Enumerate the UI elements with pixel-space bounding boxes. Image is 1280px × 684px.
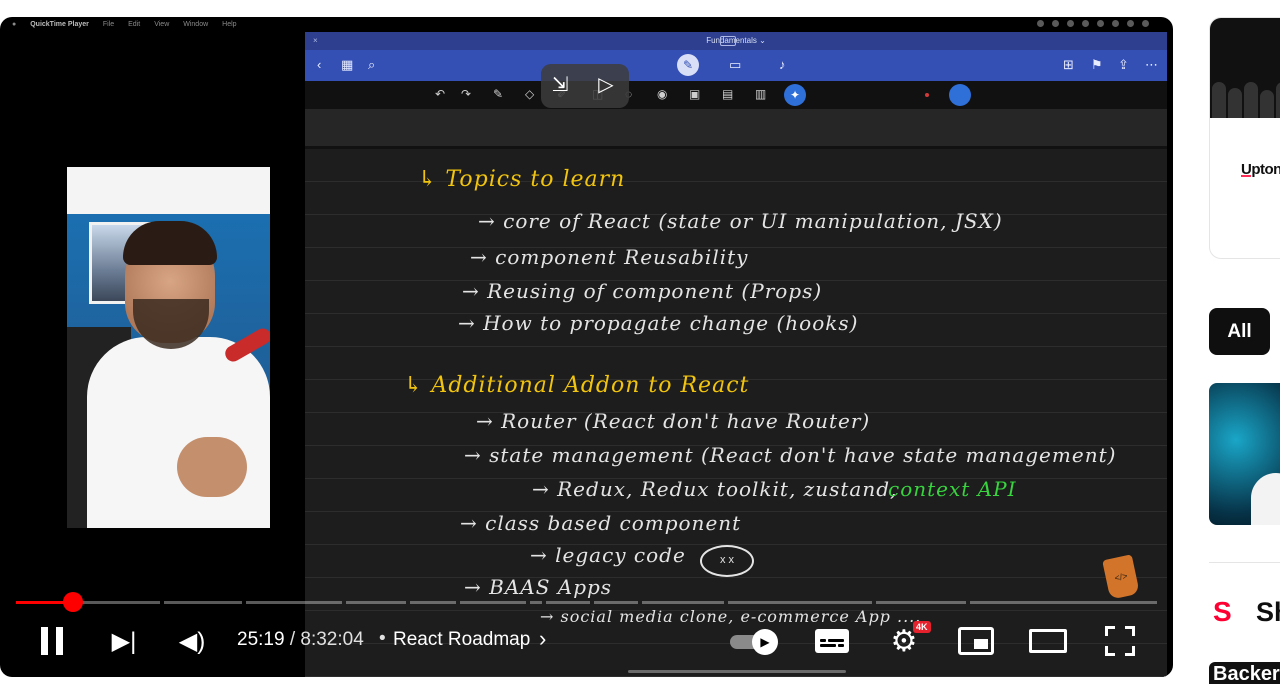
video-player[interactable]: ● QuickTime Player File Edit View Window… [0,17,1173,677]
handwriting-line-2: → core of React (state or UI manipulatio… [478,209,1003,233]
divider [1209,562,1280,563]
webcam-overlay [67,167,270,528]
back-chevron-icon: ‹ [317,57,322,72]
miniplayer-button[interactable] [956,617,996,665]
redo-icon: ↷ [461,87,472,101]
selected-color-icon [949,84,971,106]
ad-card[interactable]: Upton [1209,17,1280,259]
macos-menubar: ● QuickTime Player File Edit View Window… [0,17,1173,31]
search-icon: ⌕ [368,57,376,72]
pip-floating-controls[interactable]: ⇲ ▷ [541,64,629,108]
eraser-icon: ◇ [525,87,535,101]
chapter-separator: • [379,628,386,649]
notes-toolbar: ‹ ▦ ⌕ ✎ ▭ ♪ ⊞ ⚑ ⇪ ⋯ [305,50,1167,81]
handwriting-line-1: ↳ Topics to learn [418,167,626,192]
eye-icon: ◉ [657,87,668,101]
fullscreen-icon [1105,626,1135,656]
subtitles-button[interactable] [812,617,852,665]
autoplay-toggle[interactable]: ▶ [730,629,782,655]
quality-badge: 4K [913,621,931,633]
presenter-hands [177,437,247,497]
presenter-body [87,337,270,528]
play-icon: ▶ [752,629,778,655]
presenter-hair [123,221,217,265]
menubar-window: Window [183,20,209,28]
apple-icon: ● [12,20,17,28]
ad-image [1210,18,1280,118]
short-thumbnail-title[interactable]: Backer [1209,662,1280,684]
player-controls: ▶︎| ◀) 25:19 / 8:32:04 • React Roadmap ›… [0,617,1173,667]
chapter-title[interactable]: React Roadmap [393,629,530,651]
chevron-right-icon[interactable]: › [539,626,546,652]
menubar-help: Help [222,20,237,28]
ad-brand-logo: Upton [1241,161,1280,178]
volume-button[interactable]: ◀) [172,617,212,665]
theater-mode-icon [1029,629,1067,653]
shorts-label: Sh [1256,597,1280,627]
filter-chip-all[interactable]: All [1209,308,1270,355]
add-page-icon: ⊞ [1063,57,1074,72]
pen-tools-bar: ↶ ↷ ✎ ◇ ✐ ◫ ◌ ◉ ▣ ▤ ▥ ✦ [305,81,1167,109]
grid-icon: ▦ [341,57,354,72]
close-icon: × [313,36,318,45]
handwriting-line-8: → state management (React don't have sta… [464,443,1117,467]
menubar-app-name: QuickTime Player [30,20,89,28]
duration: / 8:32:04 [284,629,364,650]
handwriting-context-api: context API [888,477,1017,501]
keyboard-icon: ▭ [729,57,742,72]
shorts-icon: S [1213,596,1232,627]
handwriting-line-7: → Router (React don't have Router) [476,409,871,433]
subtitles-icon [815,629,849,653]
theater-mode-button[interactable] [1028,617,1068,665]
right-sidebar: Upton All S Sh Backer [1209,17,1280,684]
laser-pointer-icon: ✦ [784,84,806,106]
handwriting-line-6: ↳ Additional Addon to React [404,373,750,398]
home-indicator [628,670,846,673]
microphone-icon: ♪ [779,57,786,72]
sad-face-doodle: x x [700,545,754,577]
miniplayer-icon [958,627,994,655]
document-title: Fundamentals ⌄ [706,36,766,45]
red-color-dot [925,93,929,97]
menubar-edit: Edit [128,20,141,28]
share-icon: ⇪ [1118,57,1129,72]
handwriting-line-11: → legacy code [530,543,686,567]
pen-icon: ✎ [493,87,504,101]
undo-icon: ↶ [435,87,446,101]
window-tabs-icon [720,36,736,46]
handwriting-line-9: → Redux, Redux toolkit, zustand, [532,477,898,501]
notes-app-window: × Fundamentals ⌄ ‹ ▦ ⌕ ✎ ▭ ♪ ⊞ ⚑ ⇪ ⋯ ↶ ↷… [305,32,1167,677]
more-icon: ⋯ [1145,57,1158,72]
sticker-icon: ▥ [755,87,767,101]
time-display: 25:19 / 8:32:04 [237,629,364,651]
volume-icon: ◀) [178,627,206,655]
menubar-file: File [102,20,115,28]
image-icon: ▣ [689,87,701,101]
handwriting-line-3: → component Reusability [470,245,749,269]
menubar-status-icons [1037,20,1149,27]
notes-titlebar: × Fundamentals ⌄ [305,32,1167,50]
handwriting-line-10: → class based component [460,511,742,535]
pen-mode-icon: ✎ [677,54,699,76]
video-thumbnail[interactable] [1209,383,1280,525]
scrubber-handle[interactable] [63,592,83,612]
bookmark-icon: ⚑ [1091,57,1103,72]
next-icon: ▶︎| [111,627,137,655]
fullscreen-button[interactable] [1100,617,1140,665]
page-header-band [305,109,1167,149]
handwriting-line-12: → BAAS Apps [464,575,613,599]
menubar-view: View [154,20,170,28]
handwriting-line-4: → Reusing of component (Props) [462,279,823,303]
pause-icon [41,627,48,655]
progress-bar[interactable] [16,592,1157,612]
play-in-window-icon[interactable]: ▷ [593,73,619,97]
text-box-icon: ▤ [722,87,734,101]
pause-button[interactable] [32,617,72,665]
current-time: 25:19 [237,629,285,650]
next-button[interactable]: ▶︎| [104,617,144,665]
exit-pip-icon[interactable]: ⇲ [547,73,573,97]
handwriting-line-5: → How to propagate change (hooks) [458,311,859,335]
